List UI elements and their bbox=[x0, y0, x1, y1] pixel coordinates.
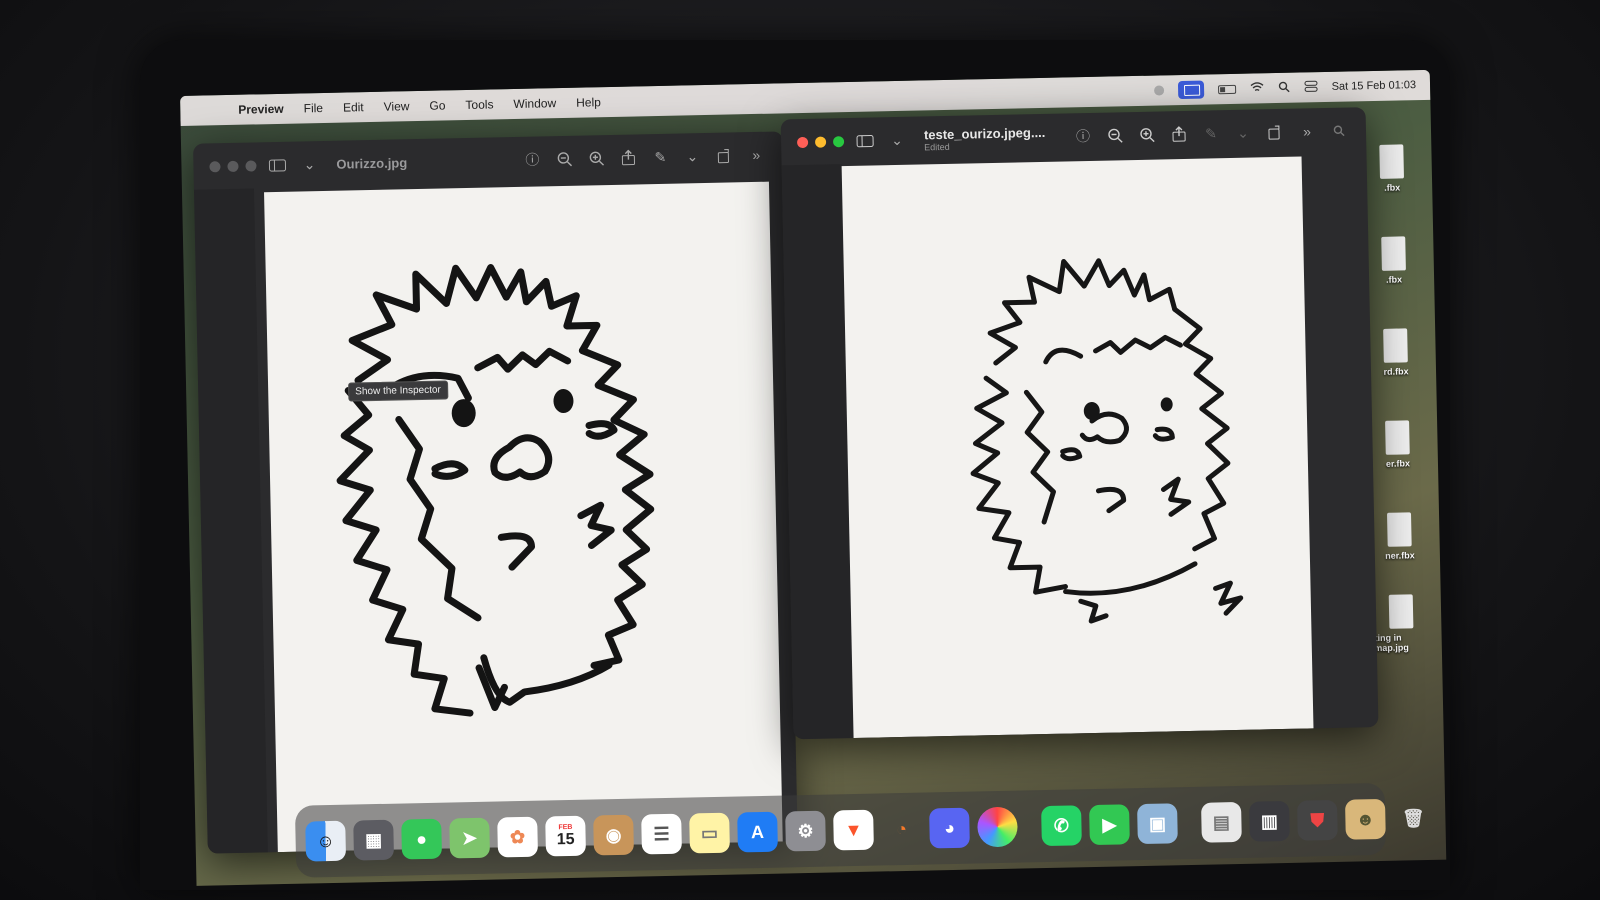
preview-window-ourizzo: ⌄ Ourizzo.jpg ⓘ ✎ ⌄ » Show the Inspector bbox=[193, 131, 798, 854]
reminders-icon[interactable]: ☰ bbox=[641, 813, 682, 855]
whatsapp-icon[interactable]: ✆ bbox=[1041, 805, 1082, 847]
contacts-icon[interactable]: ◉ bbox=[593, 814, 634, 856]
share-icon[interactable] bbox=[617, 146, 639, 168]
shield-app-icon[interactable]: ⛊ bbox=[1297, 799, 1338, 841]
info-icon[interactable]: ⓘ bbox=[1072, 125, 1094, 147]
zoom-in-icon[interactable] bbox=[1136, 124, 1158, 146]
calendar-icon[interactable]: FEB 15 bbox=[545, 815, 586, 857]
menu-file[interactable]: File bbox=[304, 101, 324, 115]
maps-icon[interactable]: ➤ bbox=[449, 817, 491, 859]
window-controls bbox=[209, 159, 257, 172]
hedgehog-drawing bbox=[336, 264, 655, 717]
wifi-icon[interactable] bbox=[1250, 81, 1264, 95]
file-icon bbox=[1385, 420, 1410, 455]
window-subtitle: Edited bbox=[924, 141, 950, 152]
rotate-icon[interactable] bbox=[713, 144, 735, 166]
zoom-out-icon[interactable] bbox=[553, 148, 575, 170]
avatar-app-icon[interactable]: ☻ bbox=[1344, 798, 1386, 840]
laptop-screen: Preview File Edit View Go Tools Window H… bbox=[180, 69, 1447, 886]
chevron-down-icon[interactable]: ⌄ bbox=[1232, 122, 1254, 144]
zoom-button[interactable] bbox=[832, 135, 845, 147]
preview-window-teste-ourizo: ⌄ teste_ourizo.jpeg.... Edited ⓘ ✎ ⌄ » bbox=[780, 107, 1379, 740]
minimize-button[interactable] bbox=[814, 135, 827, 148]
dock-separator bbox=[1029, 804, 1030, 849]
status-dot-icon[interactable] bbox=[1153, 85, 1164, 96]
menubar-clock[interactable]: Sat 15 Feb 01:03 bbox=[1332, 79, 1417, 93]
menu-view[interactable]: View bbox=[384, 99, 410, 114]
close-button[interactable] bbox=[209, 160, 221, 172]
calendar-day: 15 bbox=[556, 830, 575, 848]
file-icon bbox=[1383, 328, 1408, 363]
battery-icon[interactable] bbox=[1217, 84, 1236, 94]
file-icon bbox=[1381, 236, 1406, 271]
file-icon bbox=[1386, 512, 1412, 547]
window-title: teste_ourizo.jpeg.... bbox=[923, 124, 1046, 142]
color-picker-icon[interactable] bbox=[977, 806, 1018, 848]
screen-mirroring-icon[interactable] bbox=[1177, 80, 1204, 100]
share-icon[interactable] bbox=[1168, 123, 1190, 145]
more-chevrons-icon[interactable]: » bbox=[1296, 120, 1318, 142]
more-chevrons-icon[interactable]: » bbox=[745, 144, 767, 166]
inspector-tooltip: Show the Inspector bbox=[348, 380, 449, 402]
menu-help[interactable]: Help bbox=[576, 95, 601, 110]
file-icon bbox=[1379, 144, 1404, 179]
system-settings-icon[interactable]: ⚙ bbox=[785, 810, 826, 852]
close-button[interactable] bbox=[796, 136, 809, 148]
preview-icon[interactable]: ▣ bbox=[1137, 803, 1178, 845]
menu-go[interactable]: Go bbox=[429, 98, 445, 112]
control-center-icon[interactable] bbox=[1304, 80, 1318, 95]
file-icon bbox=[1388, 594, 1414, 629]
messages-icon[interactable]: ● bbox=[401, 818, 443, 860]
search-icon[interactable] bbox=[1328, 120, 1350, 142]
launchpad-icon[interactable]: ▦ bbox=[353, 819, 395, 861]
sidebar-toggle-icon[interactable] bbox=[266, 154, 288, 176]
thumbnail-sidebar bbox=[193, 188, 268, 854]
menu-tools[interactable]: Tools bbox=[465, 97, 493, 112]
facetime-icon[interactable]: ▶ bbox=[1089, 804, 1130, 846]
discord-icon[interactable]: ◕ bbox=[929, 807, 970, 849]
window-titlebar: ⌄ Ourizzo.jpg ⓘ ✎ ⌄ » bbox=[193, 131, 784, 189]
zoom-button[interactable] bbox=[245, 159, 257, 172]
finder-icon[interactable]: ☺ bbox=[305, 820, 347, 862]
window-title: Ourizzo.jpg bbox=[336, 154, 408, 172]
window-title-group: teste_ourizo.jpeg.... Edited bbox=[918, 124, 1046, 152]
photos-icon[interactable]: ✿ bbox=[497, 816, 539, 858]
brave-browser-icon[interactable]: ▼ bbox=[833, 809, 874, 851]
chevron-down-icon[interactable]: ⌄ bbox=[886, 129, 908, 151]
chevron-down-icon[interactable]: ⌄ bbox=[681, 145, 703, 167]
document-icon[interactable]: ▤ bbox=[1201, 801, 1242, 843]
notes-icon[interactable]: ▭ bbox=[689, 812, 730, 854]
menu-edit[interactable]: Edit bbox=[343, 100, 364, 114]
blender-icon[interactable]: ◔ bbox=[881, 809, 922, 850]
minimize-button[interactable] bbox=[227, 160, 239, 172]
rotate-icon[interactable] bbox=[1264, 121, 1286, 143]
dock-separator bbox=[1188, 801, 1190, 846]
menu-window[interactable]: Window bbox=[513, 96, 556, 111]
hedgehog-drawing bbox=[970, 258, 1244, 624]
screenshots-stack-icon[interactable]: ▥ bbox=[1249, 800, 1290, 842]
trash-icon[interactable]: 🗑 bbox=[1393, 798, 1434, 839]
window-controls bbox=[796, 135, 845, 148]
spotlight-search-icon[interactable] bbox=[1278, 80, 1290, 95]
menu-app-name[interactable]: Preview bbox=[238, 102, 284, 117]
markup-pen-icon[interactable]: ✎ bbox=[649, 146, 671, 168]
app-store-icon[interactable]: A bbox=[737, 811, 778, 853]
info-icon[interactable]: ⓘ bbox=[521, 148, 543, 170]
image-canvas[interactable] bbox=[264, 181, 783, 853]
markup-pen-icon[interactable]: ✎ bbox=[1200, 122, 1222, 144]
sidebar-toggle-icon[interactable] bbox=[854, 129, 876, 151]
chevron-down-icon[interactable]: ⌄ bbox=[298, 153, 320, 175]
zoom-in-icon[interactable] bbox=[585, 147, 607, 169]
image-canvas[interactable] bbox=[841, 156, 1314, 739]
zoom-out-icon[interactable] bbox=[1104, 124, 1126, 146]
